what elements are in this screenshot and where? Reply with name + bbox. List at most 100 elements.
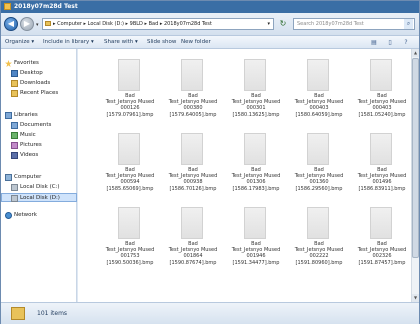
file-item[interactable]: Bad Test_Jetsnyo Mused 002222 [1591.80960].… — [289, 207, 349, 275]
scroll-down-icon[interactable]: ▼ — [412, 294, 419, 302]
scroll-thumb[interactable] — [412, 58, 419, 258]
title-bar[interactable]: 2018y07m28d Test — [1, 1, 419, 13]
file-item[interactable]: Bad Test_Jetsnyo Mused 000594 [1585.65069].… — [100, 133, 160, 201]
file-name-line: [1590.87674].bmp — [169, 259, 217, 266]
nav-item-local-disk-d[interactable]: Local Disk (D:) — [1, 193, 77, 202]
preview-pane-icon[interactable]: ▯ — [385, 38, 395, 47]
file-name: Bad Test_Jetsnyo Mused 001306 [1586.17983].… — [226, 167, 286, 192]
recent-places-icon — [11, 90, 18, 97]
bmp-thumbnail — [370, 207, 392, 239]
file-name-line: [1581.05240].bmp — [358, 111, 406, 118]
recent-pages-dropdown-icon[interactable]: ▾ — [36, 22, 39, 28]
nav-label: Network — [14, 212, 37, 218]
explorer-window: 2018y07m28d Test ◀ ▶ ▾ ▸ Computer ▸ Loca… — [0, 0, 420, 324]
file-name-line: [1586.29560].bmp — [295, 185, 343, 192]
nav-item-videos[interactable]: Videos — [1, 151, 77, 160]
navigation-pane: Favorites Desktop Downloads Recent Place… — [1, 49, 77, 302]
file-name: Bad Test_Jetsnyo Mused 002222 [1591.80960].… — [289, 241, 349, 266]
file-item[interactable]: Bad Test_Jetsnyo Mused 000938 [1586.70126].… — [163, 133, 223, 201]
search-icon[interactable]: ⌕ — [404, 19, 413, 29]
back-arrow-icon[interactable]: ◀ — [4, 17, 18, 31]
command-bar: Organize ▾ Include in library ▾ Share wi… — [1, 35, 419, 49]
nav-item-downloads[interactable]: Downloads — [1, 79, 77, 88]
item-count: 101 items — [37, 310, 68, 317]
nav-item-computer[interactable]: Computer — [1, 173, 77, 182]
address-row: ◀ ▶ ▾ ▸ Computer ▸ Local Disk (D:) ▸ 9BL… — [1, 13, 419, 35]
details-pane: 101 items — [1, 302, 419, 324]
window-title: 2018y07m28d Test — [14, 3, 78, 10]
nav-item-music[interactable]: Music — [1, 131, 77, 140]
organize-button[interactable]: Organize ▾ — [5, 39, 34, 45]
nav-item-pictures[interactable]: Pictures — [1, 141, 77, 150]
file-name: Bad Test_Jetsnyo Mused 001864 [1590.87674].… — [163, 241, 223, 266]
nav-label: Local Disk (C:) — [20, 184, 60, 190]
file-item[interactable]: Bad Test_Jetsnyo Mused 000380 [1579.64005].… — [163, 59, 223, 127]
nav-item-local-disk-c[interactable]: Local Disk (C:) — [1, 183, 77, 192]
file-name-line: [1579.07961].bmp — [106, 111, 154, 118]
file-name-line: [1590.50036].bmp — [106, 259, 154, 266]
nav-label: Music — [20, 132, 36, 138]
search-input[interactable]: Search 2018y07m28d Test ⌕ — [293, 18, 415, 30]
file-item[interactable]: Bad Test_Jetsnyo Mused 000301 [1580.13625].… — [226, 59, 286, 127]
search-placeholder: Search 2018y07m28d Test — [297, 21, 364, 27]
file-item[interactable]: Bad Test_Jetsnyo Mused 001306 [1586.17983].… — [226, 133, 286, 201]
share-with-button[interactable]: Share with ▾ — [104, 39, 138, 45]
bmp-thumbnail — [181, 207, 203, 239]
file-name: Bad Test_Jetsnyo Mused 000301 [1580.13625].… — [226, 93, 286, 118]
music-icon — [11, 132, 18, 139]
nav-item-documents[interactable]: Documents — [1, 121, 77, 130]
nav-label: Computer — [14, 174, 42, 180]
new-folder-button[interactable]: New folder — [181, 39, 211, 45]
file-name: Bad Test_Jetsnyo Mused 000403 [1581.05240].… — [352, 93, 412, 118]
chevron-down-icon[interactable]: ▾ — [267, 19, 270, 29]
file-name-line: [1580.13625].bmp — [232, 111, 280, 118]
folder-icon — [4, 3, 11, 10]
file-item[interactable]: Bad Test_Jetsnyo Mused 001946 [1591.34477].… — [226, 207, 286, 275]
bmp-thumbnail — [244, 207, 266, 239]
file-name: Bad Test_Jetsnyo Mused 000403 [1580.64059].… — [289, 93, 349, 118]
file-item[interactable]: Bad Test_Jetsnyo Mused 001753 [1590.50036].… — [100, 207, 160, 275]
file-item[interactable]: Bad Test_Jetsnyo Mused 000403 [1581.05240].… — [352, 59, 412, 127]
libraries-icon — [5, 112, 12, 119]
include-in-library-button[interactable]: Include in library ▾ — [43, 39, 94, 45]
nav-label: Favorites — [14, 60, 39, 66]
file-item[interactable]: Bad Test_Jetsnyo Mused 001864 [1590.87674].… — [163, 207, 223, 275]
file-name: Bad Test_Jetsnyo Mused 001946 [1591.34477].… — [226, 241, 286, 266]
nav-item-libraries[interactable]: Libraries — [1, 111, 77, 120]
file-item[interactable]: Bad Test_Jetsnyo Mused 001360 [1586.29560].… — [289, 133, 349, 201]
forward-arrow-icon[interactable]: ▶ — [20, 17, 34, 31]
star-icon — [5, 60, 12, 67]
bmp-thumbnail — [118, 207, 140, 239]
downloads-icon — [11, 80, 18, 87]
nav-item-recent-places[interactable]: Recent Places — [1, 89, 77, 98]
nav-item-desktop[interactable]: Desktop — [1, 69, 77, 78]
file-name-line: [1591.87457].bmp — [358, 259, 406, 266]
slide-show-button[interactable]: Slide show — [147, 39, 176, 45]
drive-icon — [11, 184, 18, 191]
nav-label: Documents — [20, 122, 52, 128]
view-options-icon[interactable]: ▤ — [369, 38, 379, 47]
help-icon[interactable]: ? — [401, 38, 411, 47]
bmp-thumbnail — [118, 133, 140, 165]
file-item[interactable]: Bad Test_Jetsnyo Mused 001496 [1586.83911].… — [352, 133, 412, 201]
file-item[interactable]: Bad Test_Jetsnyo Mused 002326 [1591.87457].… — [352, 207, 412, 275]
file-name: Bad Test_Jetsnyo Mused 002326 [1591.87457].… — [352, 241, 412, 266]
nav-label: Local Disk (D:) — [20, 195, 60, 201]
scroll-up-icon[interactable]: ▲ — [412, 49, 419, 57]
file-name-line: [1579.64005].bmp — [169, 111, 217, 118]
network-icon — [5, 212, 12, 219]
nav-item-favorites[interactable]: Favorites — [1, 59, 77, 68]
address-bar[interactable]: ▸ Computer ▸ Local Disk (D:) ▸ 9BLD ▸ Ba… — [42, 18, 274, 30]
file-item[interactable]: Bad Test_Jetsnyo Mused 000403 [1580.64059].… — [289, 59, 349, 127]
nav-item-network[interactable]: Network — [1, 211, 77, 220]
file-list: Bad Test_Jetsnyo Mused 000126 [1579.07961].… — [78, 49, 411, 302]
bmp-thumbnail — [307, 59, 329, 91]
bmp-thumbnail — [181, 59, 203, 91]
file-name-line: [1585.65069].bmp — [106, 185, 154, 192]
vertical-scrollbar[interactable]: ▲ ▼ — [411, 49, 419, 302]
breadcrumb[interactable]: ▸ Computer ▸ Local Disk (D:) ▸ 9BLD ▸ Ba… — [53, 21, 212, 27]
desktop-icon — [11, 70, 18, 77]
nav-label: Videos — [20, 152, 39, 158]
refresh-icon[interactable]: ↻ — [277, 18, 289, 30]
file-item[interactable]: Bad Test_Jetsnyo Mused 000126 [1579.07961].… — [100, 59, 160, 127]
